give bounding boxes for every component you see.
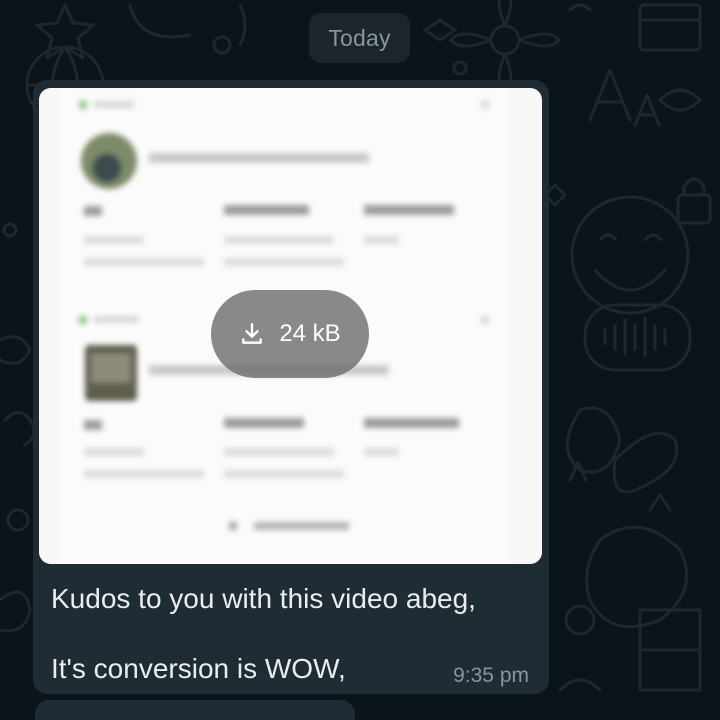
message-timestamp: 9:35 pm [453, 664, 529, 687]
next-message-bubble[interactable] [35, 700, 355, 720]
message-bubble[interactable]: 24 kB Kudos to you with this video abeg,… [33, 80, 549, 694]
download-size: 24 kB [279, 320, 341, 347]
message-caption-line-2: It's conversion is WOW, [51, 653, 346, 684]
media-thumbnail[interactable]: 24 kB [39, 88, 542, 564]
download-button[interactable]: 24 kB [211, 290, 369, 378]
date-separator: Today [309, 13, 410, 63]
download-icon [242, 323, 263, 344]
message-caption-line-1: Kudos to you with this video abeg, [51, 583, 476, 614]
